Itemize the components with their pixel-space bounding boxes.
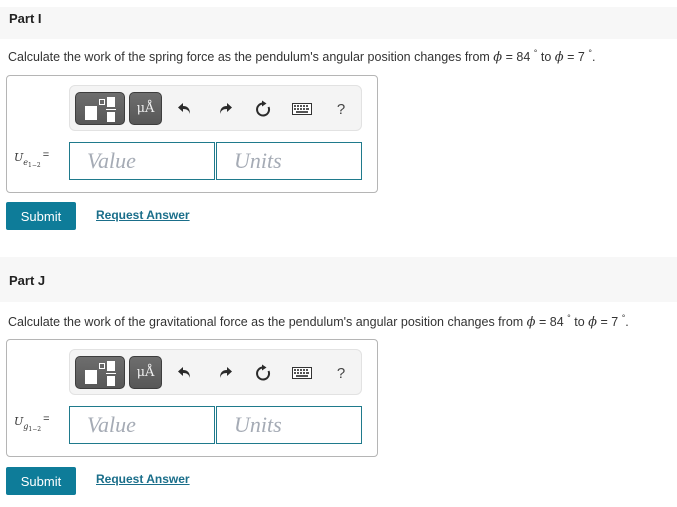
- undo-icon: [178, 367, 190, 378]
- equals-sign: =: [43, 413, 50, 425]
- variable-symbol: U: [14, 151, 24, 164]
- units-icon: μÅ: [136, 101, 155, 116]
- units-input[interactable]: [216, 406, 362, 444]
- phi-symbol: ϕ: [493, 50, 503, 65]
- units-input[interactable]: [216, 142, 362, 180]
- end-angle: = 7: [563, 50, 589, 64]
- phi-symbol: ϕ: [554, 50, 564, 65]
- keyboard-icon: [292, 103, 312, 115]
- redo-button[interactable]: [214, 98, 236, 120]
- variable-subscript-range: 1−2: [28, 162, 41, 169]
- submit-button[interactable]: Submit: [6, 467, 76, 495]
- variable-subscript-range: 1−2: [28, 426, 42, 433]
- end-angle: = 7: [597, 315, 622, 329]
- help-button[interactable]: ?: [330, 98, 352, 120]
- reset-button[interactable]: [252, 362, 274, 384]
- phi-symbol: ϕ: [526, 315, 536, 330]
- undo-icon: [178, 103, 190, 114]
- question-text: Calculate the work of the gravitational …: [8, 313, 629, 330]
- request-answer-link[interactable]: Request Answer: [96, 208, 190, 222]
- reset-icon: [256, 100, 271, 117]
- question-text: Calculate the work of the spring force a…: [8, 48, 595, 65]
- variable-symbol: U: [14, 415, 24, 428]
- redo-icon: [220, 103, 232, 114]
- answer-box: μÅ ? Ug1−2=: [6, 339, 378, 457]
- part-i-header: Part I: [0, 7, 677, 39]
- help-button[interactable]: ?: [330, 362, 352, 384]
- submit-button[interactable]: Submit: [6, 202, 76, 230]
- part-j-header: Part J: [0, 257, 677, 302]
- variable-label: Ug1−2=: [14, 413, 50, 433]
- templates-button[interactable]: [75, 356, 125, 389]
- part-title: Part I: [9, 11, 42, 26]
- reset-button[interactable]: [252, 98, 274, 120]
- answer-box: μÅ ? Ue1−2=: [6, 75, 378, 193]
- request-answer-link[interactable]: Request Answer: [96, 472, 190, 486]
- start-angle: = 84: [535, 315, 568, 329]
- units-icon: μÅ: [136, 365, 155, 380]
- variable-label: Ue1−2=: [14, 149, 49, 169]
- keyboard-button[interactable]: [291, 98, 313, 120]
- templates-button[interactable]: [75, 92, 125, 125]
- to-word: to: [570, 315, 589, 329]
- part-title: Part J: [9, 273, 46, 288]
- math-toolbar: μÅ ?: [69, 349, 362, 395]
- keyboard-icon: [292, 367, 312, 379]
- period: .: [591, 50, 596, 64]
- units-button[interactable]: μÅ: [129, 356, 162, 389]
- value-input[interactable]: [69, 406, 215, 444]
- units-button[interactable]: μÅ: [129, 92, 162, 125]
- redo-button[interactable]: [214, 362, 236, 384]
- to-word: to: [537, 50, 555, 64]
- undo-button[interactable]: [174, 98, 196, 120]
- undo-button[interactable]: [174, 362, 196, 384]
- phi-symbol: ϕ: [588, 315, 598, 330]
- reset-icon: [256, 364, 271, 381]
- help-icon: ?: [336, 364, 346, 382]
- redo-icon: [220, 367, 232, 378]
- question-prefix: Calculate the work of the gravitational …: [8, 315, 527, 329]
- equals-sign: =: [42, 149, 50, 161]
- keyboard-button[interactable]: [291, 362, 313, 384]
- start-angle: = 84: [502, 50, 534, 64]
- question-prefix: Calculate the work of the spring force a…: [8, 50, 494, 64]
- math-toolbar: μÅ ?: [69, 85, 362, 131]
- help-icon: ?: [336, 100, 346, 118]
- period: .: [625, 315, 629, 329]
- value-input[interactable]: [69, 142, 215, 180]
